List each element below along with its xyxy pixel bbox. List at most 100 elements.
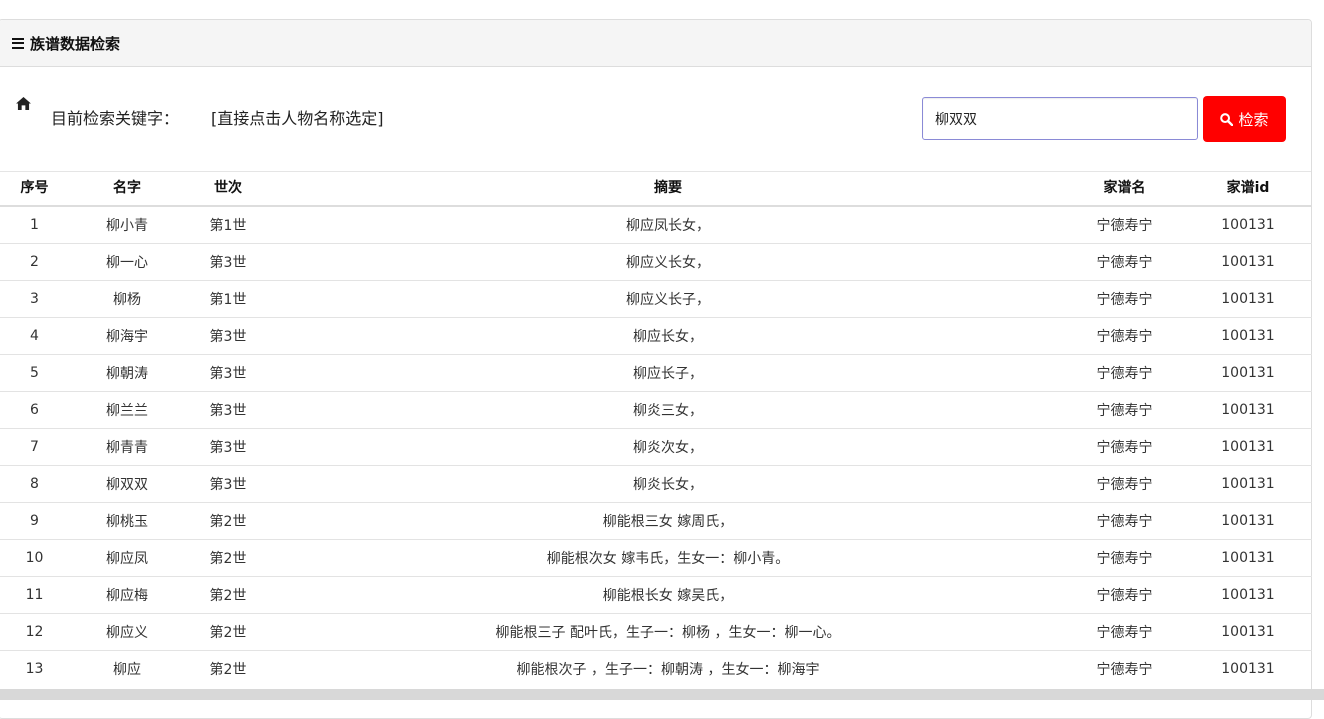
cell-generation: 第1世 xyxy=(185,279,271,317)
cell-book-id: 100131 xyxy=(1184,612,1312,650)
cell-book: 宁德寿宁 xyxy=(1065,649,1184,687)
table-row: 10 柳应凤 第2世 柳能根次女 嫁韦氏，生女一：柳小青。 宁德寿宁 100131 xyxy=(0,538,1312,576)
cell-book: 宁德寿宁 xyxy=(1065,205,1184,243)
search-row: 目前检索关键字： [直接点击人物名称选定] 检索 xyxy=(0,67,1311,172)
cell-name[interactable]: 柳桃玉 xyxy=(69,501,185,539)
cell-summary: 柳应长子， xyxy=(271,353,1065,391)
keyword-hint: [直接点击人物名称选定] xyxy=(211,109,384,128)
search-icon xyxy=(1220,112,1234,126)
cell-index: 6 xyxy=(0,390,69,428)
cell-summary: 柳能根长女 嫁吴氏， xyxy=(271,575,1065,613)
cell-book: 宁德寿宁 xyxy=(1065,575,1184,613)
cell-book: 宁德寿宁 xyxy=(1065,279,1184,317)
cell-book: 宁德寿宁 xyxy=(1065,427,1184,465)
table-row: 2 柳一心 第3世 柳应义长女， 宁德寿宁 100131 xyxy=(0,242,1312,280)
col-header-book: 家谱名 xyxy=(1065,170,1184,207)
cell-book: 宁德寿宁 xyxy=(1065,316,1184,354)
search-button[interactable]: 检索 xyxy=(1203,96,1286,142)
cell-index: 11 xyxy=(0,575,69,613)
cell-name[interactable]: 柳青青 xyxy=(69,427,185,465)
table-row: 6 柳兰兰 第3世 柳炎三女， 宁德寿宁 100131 xyxy=(0,390,1312,428)
cell-generation: 第2世 xyxy=(185,501,271,539)
cell-index: 10 xyxy=(0,538,69,576)
cell-index: 2 xyxy=(0,242,69,280)
cell-book: 宁德寿宁 xyxy=(1065,464,1184,502)
cell-summary: 柳炎长女， xyxy=(271,464,1065,502)
cell-name[interactable]: 柳应梅 xyxy=(69,575,185,613)
cell-generation: 第3世 xyxy=(185,464,271,502)
cell-index: 1 xyxy=(0,205,69,243)
cell-book-id: 100131 xyxy=(1184,649,1312,687)
cell-book-id: 100131 xyxy=(1184,501,1312,539)
cell-name[interactable]: 柳朝涛 xyxy=(69,353,185,391)
cell-book-id: 100131 xyxy=(1184,464,1312,502)
cell-index: 13 xyxy=(0,649,69,687)
cell-name[interactable]: 柳双双 xyxy=(69,464,185,502)
table-row: 5 柳朝涛 第3世 柳应长子， 宁德寿宁 100131 xyxy=(0,353,1312,391)
panel-heading: 族谱数据检索 xyxy=(0,20,1311,67)
cell-name[interactable]: 柳海宇 xyxy=(69,316,185,354)
cell-generation: 第2世 xyxy=(185,575,271,613)
col-header-book-id: 家谱id xyxy=(1184,170,1312,207)
table-header-row: 序号 名字 世次 摘要 家谱名 家谱id xyxy=(0,170,1312,207)
cell-name[interactable]: 柳应 xyxy=(69,649,185,687)
table-row: 12 柳应义 第2世 柳能根三子 配叶氏，生子一：柳杨 ，生女一：柳一心。 宁德寿宁 10… xyxy=(0,612,1312,650)
cell-index: 12 xyxy=(0,612,69,650)
table-row: 11 柳应梅 第2世 柳能根长女 嫁吴氏， 宁德寿宁 100131 xyxy=(0,575,1312,613)
table-row: 9 柳桃玉 第2世 柳能根三女 嫁周氏， 宁德寿宁 100131 xyxy=(0,501,1312,539)
cell-name[interactable]: 柳一心 xyxy=(69,242,185,280)
col-header-generation: 世次 xyxy=(185,170,271,207)
cell-summary: 柳应义长子， xyxy=(271,279,1065,317)
cell-book: 宁德寿宁 xyxy=(1065,242,1184,280)
menu-icon xyxy=(12,37,24,49)
cell-summary: 柳炎三女， xyxy=(271,390,1065,428)
cell-name[interactable]: 柳应义 xyxy=(69,612,185,650)
cell-name[interactable]: 柳兰兰 xyxy=(69,390,185,428)
home-icon[interactable] xyxy=(16,97,31,110)
cell-summary: 柳能根三女 嫁周氏， xyxy=(271,501,1065,539)
cell-name[interactable]: 柳杨 xyxy=(69,279,185,317)
cell-name[interactable]: 柳小青 xyxy=(69,205,185,243)
results-table-wrap: 序号 名字 世次 摘要 家谱名 家谱id 1 柳小青 第1世 柳应凤长女， 宁德寿宁 10… xyxy=(0,170,1312,687)
col-header-name: 名字 xyxy=(69,170,185,207)
cell-book-id: 100131 xyxy=(1184,205,1312,243)
cell-summary: 柳应义长女， xyxy=(271,242,1065,280)
cell-summary: 柳应凤长女， xyxy=(271,205,1065,243)
cell-book-id: 100131 xyxy=(1184,353,1312,391)
cell-generation: 第2世 xyxy=(185,538,271,576)
cell-summary: 柳炎次女， xyxy=(271,427,1065,465)
cell-generation: 第3世 xyxy=(185,427,271,465)
results-table: 序号 名字 世次 摘要 家谱名 家谱id 1 柳小青 第1世 柳应凤长女， 宁德寿宁 10… xyxy=(0,170,1312,687)
cell-generation: 第2世 xyxy=(185,612,271,650)
cell-name[interactable]: 柳应凤 xyxy=(69,538,185,576)
cell-index: 4 xyxy=(0,316,69,354)
cell-generation: 第3世 xyxy=(185,390,271,428)
table-row: 3 柳杨 第1世 柳应义长子， 宁德寿宁 100131 xyxy=(0,279,1312,317)
table-row: 13 柳应 第2世 柳能根次子 ，生子一：柳朝涛 ，生女一：柳海宇 宁德寿宁 100131 xyxy=(0,649,1312,687)
keyword-label: 目前检索关键字： xyxy=(51,109,180,128)
cell-book-id: 100131 xyxy=(1184,390,1312,428)
cell-index: 9 xyxy=(0,501,69,539)
cell-index: 3 xyxy=(0,279,69,317)
search-input[interactable] xyxy=(922,97,1198,140)
cell-book: 宁德寿宁 xyxy=(1065,612,1184,650)
table-row: 1 柳小青 第1世 柳应凤长女， 宁德寿宁 100131 xyxy=(0,205,1312,243)
col-header-index: 序号 xyxy=(0,170,69,207)
table-row: 4 柳海宇 第3世 柳应长女， 宁德寿宁 100131 xyxy=(0,316,1312,354)
cell-generation: 第1世 xyxy=(185,205,271,243)
panel-title: 族谱数据检索 xyxy=(30,34,121,53)
cell-index: 5 xyxy=(0,353,69,391)
col-header-summary: 摘要 xyxy=(271,170,1065,207)
search-button-label: 检索 xyxy=(1238,110,1269,129)
cell-index: 8 xyxy=(0,464,69,502)
cell-generation: 第2世 xyxy=(185,649,271,687)
cell-book-id: 100131 xyxy=(1184,316,1312,354)
cell-book-id: 100131 xyxy=(1184,538,1312,576)
horizontal-scrollbar[interactable] xyxy=(0,689,1324,700)
cell-summary: 柳能根三子 配叶氏，生子一：柳杨 ，生女一：柳一心。 xyxy=(271,612,1065,650)
cell-generation: 第3世 xyxy=(185,353,271,391)
cell-summary: 柳能根次女 嫁韦氏，生女一：柳小青。 xyxy=(271,538,1065,576)
cell-generation: 第3世 xyxy=(185,316,271,354)
cell-book: 宁德寿宁 xyxy=(1065,501,1184,539)
cell-book-id: 100131 xyxy=(1184,242,1312,280)
